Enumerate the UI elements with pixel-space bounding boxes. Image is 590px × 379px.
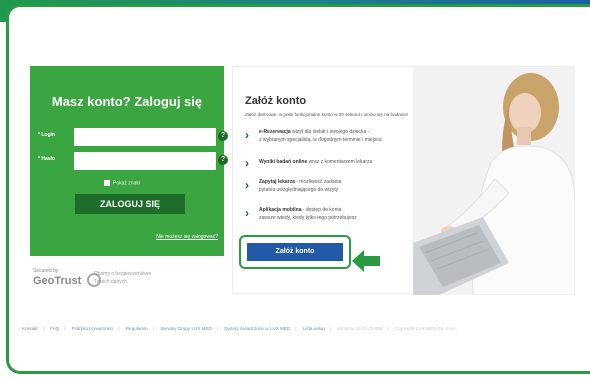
feature-desc: - dostęp do konta bbox=[301, 207, 342, 213]
login-panel: Masz konto? Zaloguj się * Login ? * Hasł… bbox=[30, 66, 228, 256]
password-help-icon[interactable]: ? bbox=[218, 155, 228, 165]
show-password-checkbox[interactable]: Pokaż znaki bbox=[104, 180, 140, 186]
secured-by-label: Secured by bbox=[33, 268, 59, 274]
login-label: * Login bbox=[38, 132, 55, 138]
arrow-left-icon bbox=[352, 250, 380, 272]
feature-desc-line2: zawsze wtedy, kiedy tylko tego potrzebuj… bbox=[259, 215, 357, 221]
footer: Kontakt | FAQ | Polityka prywatności | Regu… bbox=[22, 326, 457, 331]
register-button-highlight: Załóż konto bbox=[239, 235, 351, 269]
register-panel: Załóż konto Załóż darmowe, w pełni funkc… bbox=[232, 66, 575, 295]
password-input[interactable] bbox=[74, 152, 216, 170]
feature-desc-line2: z wybranym specjalistą, w dogodnym termi… bbox=[259, 137, 382, 143]
feature-desc: - możliwość zadania bbox=[294, 179, 342, 185]
geotrust-logo: GeoTrust bbox=[33, 275, 82, 287]
feature-title: Zapytaj lekarza bbox=[259, 179, 295, 185]
footer-link[interactable]: Polityka prywatności bbox=[72, 326, 114, 331]
password-label: * Hasło bbox=[38, 156, 55, 162]
register-title: Załóż konto bbox=[245, 95, 307, 107]
register-button[interactable]: Załóż konto bbox=[247, 243, 343, 261]
login-button[interactable]: ZALOGUJ SIĘ bbox=[75, 194, 185, 214]
footer-copyright: Copyright LUX MED Sp. z o.o. bbox=[394, 326, 457, 331]
feature-desc-line2: pytania uwzględniającego do wizyty bbox=[259, 187, 339, 193]
chevron-right-icon: › bbox=[245, 178, 249, 192]
feature-text: Aplikacja mobilna - dostęp do konta zaws… bbox=[259, 206, 357, 222]
feature-text: Wyniki badań online wraz z komentarzem l… bbox=[259, 158, 372, 166]
feature-text: Zapytaj lekarza - możliwość zadania pyta… bbox=[259, 178, 341, 194]
footer-link[interactable]: Lista usług bbox=[303, 326, 325, 331]
chevron-right-icon: › bbox=[245, 128, 249, 142]
security-note: Dbamy o bezpieczeństwo Twoich danych. bbox=[94, 271, 151, 285]
login-help-icon[interactable]: ? bbox=[218, 131, 228, 141]
chevron-right-icon: › bbox=[245, 156, 249, 170]
footer-link[interactable]: Serwisy Grupy LUX MED bbox=[160, 326, 212, 331]
login-row: * Login ? bbox=[30, 128, 228, 146]
feature-title: e-Rezerwacja bbox=[259, 129, 291, 135]
footer-link[interactable]: Dyżury świadczone w LUX MED bbox=[224, 326, 290, 331]
feature-title: Aplikacja mobilna bbox=[259, 207, 302, 213]
feature-title: Wyniki badań online bbox=[259, 159, 308, 165]
register-subtitle: Załóż darmowe, w pełni funkcjonalne kont… bbox=[245, 112, 409, 117]
footer-link[interactable]: Kontakt bbox=[22, 326, 38, 331]
login-title: Masz konto? Zaloguj się bbox=[51, 94, 203, 109]
show-password-label: Pokaż znaki bbox=[113, 180, 140, 187]
footer-link[interactable]: Regulamin bbox=[126, 326, 148, 331]
checkbox-box[interactable] bbox=[104, 180, 110, 186]
feature-text: e-Rezerwacja wizyt dla siebie i swojego … bbox=[259, 128, 382, 144]
login-input[interactable] bbox=[74, 128, 216, 146]
chevron-right-icon: › bbox=[245, 206, 249, 220]
forgot-password-link[interactable]: Nie możesz się zalogować? bbox=[30, 234, 218, 240]
footer-link[interactable]: FAQ bbox=[50, 326, 59, 331]
feature-desc: wizyt dla siebie i swojego dziecka - bbox=[290, 129, 370, 135]
woman-laptop-photo bbox=[413, 67, 575, 295]
footer-hotline: Infolinia: 22 33 22 888 bbox=[337, 326, 383, 331]
password-row: * Hasło ? bbox=[30, 152, 228, 170]
security-badge: Secured by GeoTrust bbox=[33, 268, 101, 287]
feature-desc: wraz z komentarzem lekarza bbox=[307, 159, 373, 165]
